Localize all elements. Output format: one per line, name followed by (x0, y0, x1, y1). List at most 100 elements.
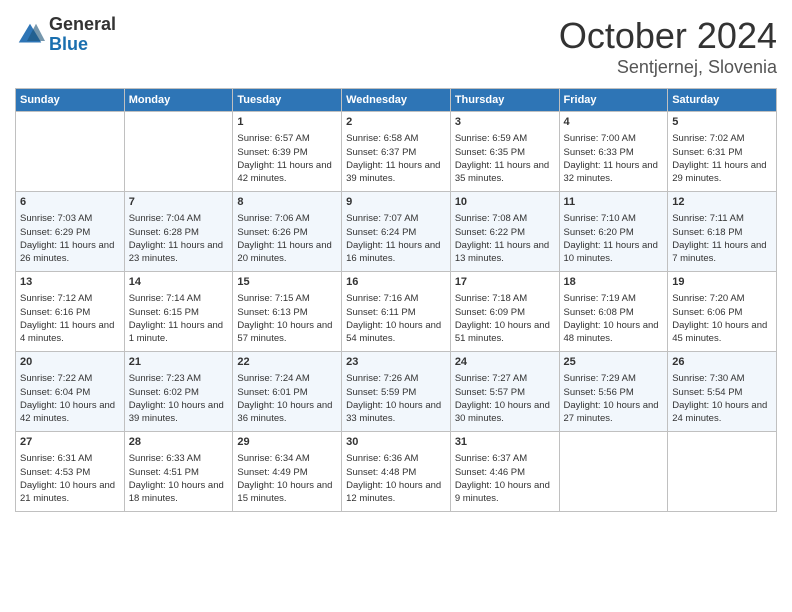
calendar-cell: 28Sunrise: 6:33 AMSunset: 4:51 PMDayligh… (124, 432, 233, 512)
day-number: 17 (455, 275, 555, 290)
day-number: 11 (564, 195, 664, 210)
day-info: Sunrise: 7:24 AMSunset: 6:01 PMDaylight:… (237, 373, 332, 424)
day-number: 4 (564, 115, 664, 130)
day-info: Sunrise: 7:22 AMSunset: 6:04 PMDaylight:… (20, 373, 115, 424)
calendar-cell (124, 112, 233, 192)
calendar-cell (16, 112, 125, 192)
calendar-row-5: 27 Sunrise: 6:31 AMSunset: 4:53 PMDayligh… (16, 432, 777, 512)
header-saturday: Saturday (668, 89, 777, 112)
header-sunday: Sunday (16, 89, 125, 112)
calendar-cell: 31 Sunrise: 6:37 AMSunset: 4:46 PMDayligh… (450, 432, 559, 512)
day-info: Sunrise: 7:16 AMSunset: 6:11 PMDaylight:… (346, 293, 441, 344)
day-info: Sunrise: 7:12 AMSunset: 6:16 PMDaylight:… (20, 293, 114, 344)
calendar-body: 1 Sunrise: 6:57 AMSunset: 6:39 PMDaylight… (16, 112, 777, 512)
day-number: 8 (237, 195, 337, 210)
day-number: 6 (20, 195, 120, 210)
day-number: 27 (20, 435, 120, 450)
calendar-cell: 4 Sunrise: 7:00 AMSunset: 6:33 PMDaylight… (559, 112, 668, 192)
day-info: Sunrise: 7:06 AMSunset: 6:26 PMDaylight:… (237, 213, 331, 264)
logo-text: General Blue (49, 15, 116, 55)
location: Sentjernej, Slovenia (559, 57, 777, 78)
logo: General Blue (15, 15, 116, 55)
day-number: 21 (129, 355, 229, 370)
day-number: 5 (672, 115, 772, 130)
calendar-table: Sunday Monday Tuesday Wednesday Thursday… (15, 88, 777, 512)
day-number: 24 (455, 355, 555, 370)
calendar-cell: 6 Sunrise: 7:03 AMSunset: 6:29 PMDaylight… (16, 192, 125, 272)
calendar-cell: 23 Sunrise: 7:26 AMSunset: 5:59 PMDayligh… (342, 352, 451, 432)
day-info: Sunrise: 7:00 AMSunset: 6:33 PMDaylight:… (564, 133, 658, 184)
day-info: Sunrise: 6:36 AMSunset: 4:48 PMDaylight:… (346, 453, 441, 504)
header-tuesday: Tuesday (233, 89, 342, 112)
day-info: Sunrise: 7:11 AMSunset: 6:18 PMDaylight:… (672, 213, 766, 264)
calendar-cell: 16 Sunrise: 7:16 AMSunset: 6:11 PMDayligh… (342, 272, 451, 352)
calendar-cell: 5 Sunrise: 7:02 AMSunset: 6:31 PMDaylight… (668, 112, 777, 192)
header-friday: Friday (559, 89, 668, 112)
calendar-row-3: 13 Sunrise: 7:12 AMSunset: 6:16 PMDayligh… (16, 272, 777, 352)
calendar-cell: 7Sunrise: 7:04 AMSunset: 6:28 PMDaylight… (124, 192, 233, 272)
calendar-cell: 3 Sunrise: 6:59 AMSunset: 6:35 PMDaylight… (450, 112, 559, 192)
day-info: Sunrise: 7:08 AMSunset: 6:22 PMDaylight:… (455, 213, 549, 264)
day-info: Sunrise: 7:19 AMSunset: 6:08 PMDaylight:… (564, 293, 659, 344)
calendar-cell: 8 Sunrise: 7:06 AMSunset: 6:26 PMDaylight… (233, 192, 342, 272)
day-info: Sunrise: 7:15 AMSunset: 6:13 PMDaylight:… (237, 293, 332, 344)
calendar-cell: 15 Sunrise: 7:15 AMSunset: 6:13 PMDayligh… (233, 272, 342, 352)
day-info: Sunrise: 7:26 AMSunset: 5:59 PMDaylight:… (346, 373, 441, 424)
day-info: Sunrise: 6:59 AMSunset: 6:35 PMDaylight:… (455, 133, 549, 184)
calendar-cell: 30 Sunrise: 6:36 AMSunset: 4:48 PMDayligh… (342, 432, 451, 512)
calendar-cell: 18Sunrise: 7:19 AMSunset: 6:08 PMDayligh… (559, 272, 668, 352)
calendar-cell: 1 Sunrise: 6:57 AMSunset: 6:39 PMDaylight… (233, 112, 342, 192)
day-number: 23 (346, 355, 446, 370)
day-info: Sunrise: 7:20 AMSunset: 6:06 PMDaylight:… (672, 293, 767, 344)
calendar-cell: 19 Sunrise: 7:20 AMSunset: 6:06 PMDayligh… (668, 272, 777, 352)
day-number: 14 (129, 275, 229, 290)
day-number: 3 (455, 115, 555, 130)
calendar-cell: 24 Sunrise: 7:27 AMSunset: 5:57 PMDayligh… (450, 352, 559, 432)
day-number: 10 (455, 195, 555, 210)
day-number: 7 (129, 195, 229, 210)
day-number: 9 (346, 195, 446, 210)
calendar-cell: 13 Sunrise: 7:12 AMSunset: 6:16 PMDayligh… (16, 272, 125, 352)
calendar-cell: 21 Sunrise: 7:23 AMSunset: 6:02 PMDayligh… (124, 352, 233, 432)
calendar-cell: 17 Sunrise: 7:18 AMSunset: 6:09 PMDayligh… (450, 272, 559, 352)
day-info: Sunrise: 6:37 AMSunset: 4:46 PMDaylight:… (455, 453, 550, 504)
calendar-cell (559, 432, 668, 512)
calendar-header: Sunday Monday Tuesday Wednesday Thursday… (16, 89, 777, 112)
calendar-cell: 9 Sunrise: 7:07 AMSunset: 6:24 PMDaylight… (342, 192, 451, 272)
calendar-cell: 20Sunrise: 7:22 AMSunset: 6:04 PMDayligh… (16, 352, 125, 432)
calendar-cell: 27 Sunrise: 6:31 AMSunset: 4:53 PMDayligh… (16, 432, 125, 512)
calendar-cell: 2Sunrise: 6:58 AMSunset: 6:37 PMDaylight… (342, 112, 451, 192)
day-info: Sunrise: 7:03 AMSunset: 6:29 PMDaylight:… (20, 213, 114, 264)
day-info: Sunrise: 7:14 AMSunset: 6:15 PMDaylight:… (129, 293, 223, 344)
day-number: 1 (237, 115, 337, 130)
month-year: October 2024 (559, 15, 777, 57)
calendar-row-1: 1 Sunrise: 6:57 AMSunset: 6:39 PMDaylight… (16, 112, 777, 192)
calendar-cell: 25Sunrise: 7:29 AMSunset: 5:56 PMDayligh… (559, 352, 668, 432)
day-info: Sunrise: 7:23 AMSunset: 6:02 PMDaylight:… (129, 373, 224, 424)
day-number: 29 (237, 435, 337, 450)
day-info: Sunrise: 7:27 AMSunset: 5:57 PMDaylight:… (455, 373, 550, 424)
day-number: 13 (20, 275, 120, 290)
calendar-cell: 12 Sunrise: 7:11 AMSunset: 6:18 PMDayligh… (668, 192, 777, 272)
day-number: 15 (237, 275, 337, 290)
day-info: Sunrise: 7:18 AMSunset: 6:09 PMDaylight:… (455, 293, 550, 344)
header-row: Sunday Monday Tuesday Wednesday Thursday… (16, 89, 777, 112)
calendar-cell: 26Sunrise: 7:30 AMSunset: 5:54 PMDayligh… (668, 352, 777, 432)
day-number: 16 (346, 275, 446, 290)
day-info: Sunrise: 7:07 AMSunset: 6:24 PMDaylight:… (346, 213, 440, 264)
day-number: 31 (455, 435, 555, 450)
day-number: 28 (129, 435, 229, 450)
calendar-row-2: 6 Sunrise: 7:03 AMSunset: 6:29 PMDaylight… (16, 192, 777, 272)
calendar-cell: 10 Sunrise: 7:08 AMSunset: 6:22 PMDayligh… (450, 192, 559, 272)
day-number: 30 (346, 435, 446, 450)
header-monday: Monday (124, 89, 233, 112)
day-info: Sunrise: 7:30 AMSunset: 5:54 PMDaylight:… (672, 373, 767, 424)
header-thursday: Thursday (450, 89, 559, 112)
day-info: Sunrise: 7:02 AMSunset: 6:31 PMDaylight:… (672, 133, 766, 184)
day-info: Sunrise: 6:57 AMSunset: 6:39 PMDaylight:… (237, 133, 331, 184)
calendar-cell: 11Sunrise: 7:10 AMSunset: 6:20 PMDayligh… (559, 192, 668, 272)
day-info: Sunrise: 6:31 AMSunset: 4:53 PMDaylight:… (20, 453, 115, 504)
day-number: 12 (672, 195, 772, 210)
day-info: Sunrise: 6:34 AMSunset: 4:49 PMDaylight:… (237, 453, 332, 504)
day-number: 19 (672, 275, 772, 290)
